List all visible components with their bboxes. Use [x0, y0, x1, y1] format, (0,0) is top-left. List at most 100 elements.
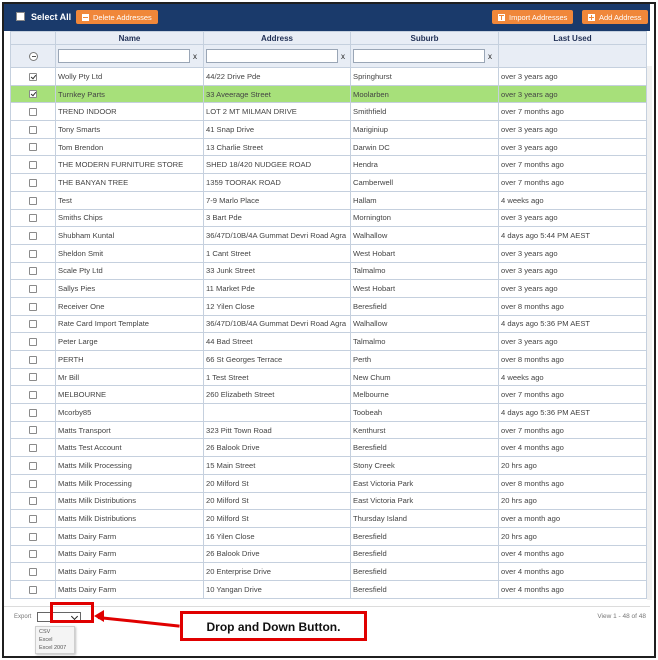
export-option-excel[interactable]: Excel — [39, 637, 74, 645]
add-address-button[interactable]: Add Address — [582, 10, 648, 24]
row-checkbox[interactable] — [29, 90, 37, 99]
row-checkbox[interactable] — [29, 302, 37, 311]
row-checkbox[interactable] — [29, 320, 37, 329]
row-checkbox[interactable] — [29, 231, 37, 240]
suburb-cell: Talmalmo — [350, 261, 499, 281]
last-used-cell: over 8 months ago — [498, 350, 647, 369]
row-checkbox[interactable] — [29, 373, 37, 382]
table-row[interactable]: Sheldon Smit 1 Cant Street West Hobart over… — [10, 243, 647, 263]
row-checkbox-cell — [10, 155, 56, 175]
row-checkbox[interactable] — [29, 338, 37, 347]
table-row[interactable]: Turnkey Parts 33 Aveerage Street Moolarben… — [10, 84, 647, 104]
table-row[interactable]: Mr Bill 1 Test Street New Chum 4 weeks ago — [10, 367, 647, 387]
table-row[interactable]: Shubham Kuntal 36/47D/10B/4A Gummat Devri… — [10, 226, 647, 245]
table-row[interactable]: Matts Dairy Farm 10 Yangan Drive Beresfiel… — [10, 579, 647, 599]
row-checkbox[interactable] — [29, 108, 37, 117]
row-checkbox[interactable] — [29, 143, 37, 152]
plus-icon — [588, 14, 595, 21]
column-header-address[interactable]: Address — [203, 31, 351, 45]
column-header-last-used[interactable]: Last Used — [498, 31, 647, 45]
table-row[interactable]: Matts Milk Processing 15 Main Street Stony… — [10, 456, 647, 475]
table-row[interactable]: PERTH 66 St Georges Terrace Perth over 8 mo… — [10, 350, 647, 369]
row-checkbox[interactable] — [29, 72, 37, 81]
row-checkbox[interactable] — [29, 355, 37, 364]
row-checkbox[interactable] — [29, 214, 37, 223]
name-cell: Matts Milk Processing — [55, 473, 204, 493]
annotation-arrow-head — [94, 610, 104, 622]
row-checkbox[interactable] — [29, 408, 37, 417]
last-used-cell: over 8 months ago — [498, 473, 647, 493]
annotation-callout: Drop and Down Button. — [180, 611, 367, 641]
row-checkbox[interactable] — [29, 391, 37, 400]
row-checkbox-cell — [10, 473, 56, 493]
suburb-cell: Beresfield — [350, 438, 499, 458]
last-used-cell: over 4 months ago — [498, 544, 647, 564]
row-checkbox[interactable] — [29, 267, 37, 276]
table-row[interactable]: THE MODERN FURNITURE STORE SHED 18/420 NU… — [10, 155, 647, 175]
last-used-cell: 4 weeks ago — [498, 190, 647, 210]
address-cell: 323 Pitt Town Road — [203, 420, 351, 440]
table-row[interactable]: THE BANYAN TREE 1359 TOORAK ROAD Camberwel… — [10, 173, 647, 192]
table-row[interactable]: Matts Milk Distributions 20 Milford St Thu… — [10, 509, 647, 528]
clear-address-filter-button[interactable]: x — [341, 52, 345, 61]
table-row[interactable]: TREND INDOOR LOT 2 MT MILMAN DRIVE Smithfi… — [10, 102, 647, 122]
table-row[interactable]: Matts Dairy Farm 16 Yilen Close Beresfield… — [10, 526, 647, 546]
table-row[interactable]: Peter Large 44 Bad Street Talmalmo over 3 y… — [10, 332, 647, 351]
row-checkbox[interactable] — [29, 479, 37, 488]
suburb-cell: Beresfield — [350, 544, 499, 564]
row-checkbox[interactable] — [29, 284, 37, 293]
row-checkbox[interactable] — [29, 532, 37, 541]
grid-scrollbar[interactable] — [647, 66, 652, 600]
suburb-filter-input[interactable] — [353, 49, 485, 63]
table-row[interactable]: Scale Pty Ltd 33 Junk Street Talmalmo over … — [10, 261, 647, 281]
row-checkbox[interactable] — [29, 444, 37, 453]
table-row[interactable]: MELBOURNE 260 Elizabeth Street Melbourne ov… — [10, 385, 647, 405]
table-row[interactable]: Receiver One 12 Yilen Close Beresfield over… — [10, 296, 647, 316]
row-checkbox[interactable] — [29, 196, 37, 205]
row-checkbox[interactable] — [29, 125, 37, 134]
row-checkbox[interactable] — [29, 550, 37, 559]
clear-name-filter-button[interactable]: x — [193, 52, 197, 61]
last-used-cell: over 4 months ago — [498, 579, 647, 599]
row-checkbox[interactable] — [29, 461, 37, 470]
table-row[interactable]: Tom Brendon 13 Charlie Street Darwin DC ove… — [10, 137, 647, 157]
table-row[interactable]: Matts Milk Distributions 20 Milford St Eas… — [10, 491, 647, 511]
import-addresses-button[interactable]: Import Addresses — [492, 10, 574, 24]
table-row[interactable]: Matts Milk Processing 20 Milford St East V… — [10, 473, 647, 493]
table-row[interactable]: Matts Transport 323 Pitt Town Road Kenthur… — [10, 420, 647, 440]
row-checkbox-cell — [10, 579, 56, 599]
row-checkbox[interactable] — [29, 567, 37, 576]
filter-cell-address: x — [203, 44, 351, 68]
row-checkbox[interactable] — [29, 514, 37, 523]
table-row[interactable]: Matts Dairy Farm 26 Balook Drive Beresfiel… — [10, 544, 647, 564]
row-checkbox[interactable] — [29, 585, 37, 594]
row-checkbox[interactable] — [29, 161, 37, 170]
select-all-label[interactable]: Select All — [31, 12, 71, 22]
column-header-name[interactable]: Name — [55, 31, 204, 45]
delete-addresses-button[interactable]: Delete Addresses — [76, 10, 158, 24]
table-row[interactable]: Rate Card Import Template 36/47D/10B/4A G… — [10, 314, 647, 334]
row-checkbox[interactable] — [29, 249, 37, 258]
select-all-checkbox[interactable] — [16, 12, 25, 21]
table-row[interactable]: Matts Test Account 26 Balook Drive Beresfi… — [10, 438, 647, 458]
table-row[interactable]: Test 7-9 Marlo Place Hallam 4 weeks ago — [10, 190, 647, 210]
collapse-filter-icon[interactable] — [28, 51, 38, 61]
row-checkbox-cell — [10, 403, 56, 422]
row-checkbox[interactable] — [29, 426, 37, 435]
clear-suburb-filter-button[interactable]: x — [488, 52, 492, 61]
table-row[interactable]: Sallys Pies 11 Market Pde West Hobart over … — [10, 279, 647, 298]
table-row[interactable]: Wolly Pty Ltd 44/22 Drive Pde Springhurst o… — [10, 67, 647, 86]
table-row[interactable]: Smiths Chips 3 Bart Pde Mornington over 3 y… — [10, 208, 647, 228]
export-option-excel-2007[interactable]: Excel 2007 — [39, 645, 74, 653]
address-cell: 20 Milford St — [203, 473, 351, 493]
row-checkbox[interactable] — [29, 497, 37, 506]
row-checkbox-cell — [10, 562, 56, 581]
address-filter-input[interactable] — [206, 49, 338, 63]
table-row[interactable]: Matts Dairy Farm 20 Enterprise Drive Beres… — [10, 562, 647, 581]
table-row[interactable]: Tony Smarts 41 Snap Drive Mariginiup over 3… — [10, 120, 647, 139]
column-header-suburb[interactable]: Suburb — [350, 31, 499, 45]
export-option-csv[interactable]: CSV — [39, 629, 74, 637]
table-row[interactable]: Mcorby85 Toobeah 4 days ago 5:36 PM AEST — [10, 403, 647, 422]
row-checkbox[interactable] — [29, 178, 37, 187]
name-filter-input[interactable] — [58, 49, 190, 63]
